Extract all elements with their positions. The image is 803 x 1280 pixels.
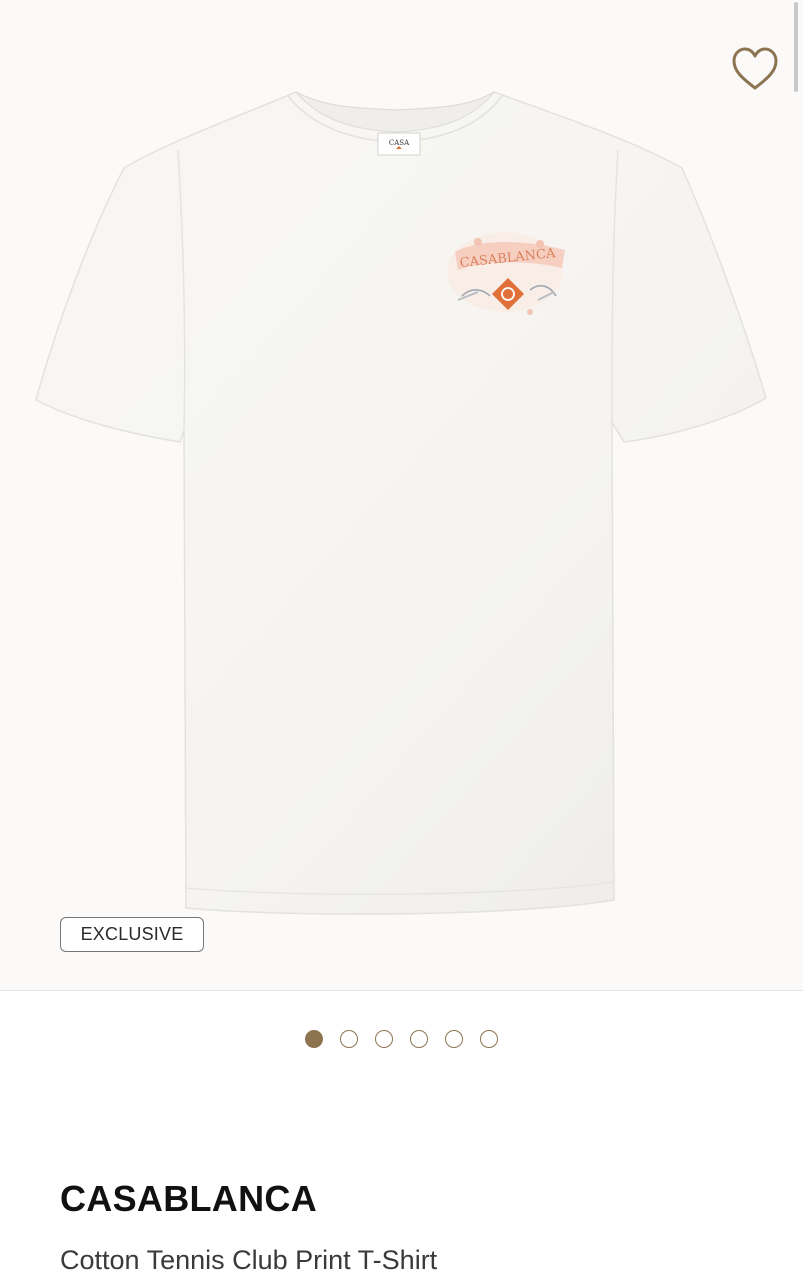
scrollbar[interactable] bbox=[794, 2, 798, 92]
product-image: CASA CASABLANCA bbox=[35, 91, 767, 915]
collar-label-text: CASA bbox=[389, 139, 410, 147]
wishlist-button[interactable] bbox=[728, 44, 782, 94]
product-detail-page: CASA CASABLANCA EXCLUSIVE CASABLANCA Cot… bbox=[0, 0, 803, 1280]
divider bbox=[0, 990, 803, 991]
brand-name[interactable]: CASABLANCA bbox=[60, 1178, 317, 1220]
carousel-dot-1[interactable] bbox=[305, 1030, 323, 1048]
product-title: Cotton Tennis Club Print T-Shirt bbox=[60, 1245, 438, 1275]
carousel-dot-3[interactable] bbox=[375, 1030, 393, 1048]
carousel-dot-5[interactable] bbox=[445, 1030, 463, 1048]
carousel-dot-6[interactable] bbox=[480, 1030, 498, 1048]
heart-outline-icon bbox=[732, 47, 778, 90]
product-image-carousel[interactable]: CASA CASABLANCA EXCLUSIVE bbox=[0, 0, 803, 990]
carousel-pagination bbox=[0, 1030, 803, 1052]
exclusive-badge: EXCLUSIVE bbox=[60, 917, 204, 952]
carousel-dot-4[interactable] bbox=[410, 1030, 428, 1048]
carousel-dot-2[interactable] bbox=[340, 1030, 358, 1048]
